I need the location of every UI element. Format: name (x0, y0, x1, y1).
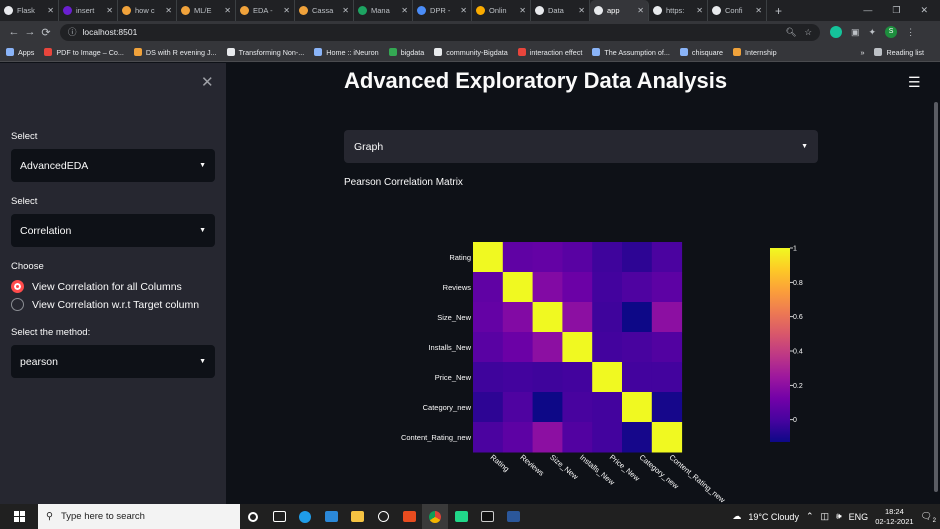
colorbar (770, 248, 790, 442)
weather-icon[interactable]: ☁ (732, 511, 741, 522)
heatmap-cell (532, 272, 563, 303)
tray-chevron-icon[interactable]: ⌃ (806, 511, 814, 522)
heatmap-cell (592, 242, 623, 273)
y-tick-label: Installs_New (428, 343, 471, 352)
heatmap-cell (622, 242, 653, 273)
heatmap-cell (622, 272, 653, 303)
dell-icon[interactable] (370, 504, 396, 529)
heatmap-cell (651, 362, 683, 393)
heatmap-cell (473, 242, 504, 273)
heatmap-cell (562, 422, 593, 453)
edge-icon[interactable] (292, 504, 318, 529)
notification-count: 2 (932, 518, 936, 524)
task-view-icon[interactable] (266, 504, 292, 529)
heatmap-cell (502, 392, 534, 423)
y-tick-label: Price_New (435, 373, 472, 382)
notification-icon[interactable]: 🗨︎ 2 (921, 511, 936, 524)
colorbar-tick-label: 0.2 (793, 383, 803, 390)
y-tick-label: Reviews (443, 283, 472, 292)
heatmap-cell (622, 362, 653, 393)
heatmap-cell (651, 422, 683, 453)
heatmap-cell (651, 272, 683, 303)
heatmap-cell (562, 332, 593, 363)
word-icon[interactable] (500, 504, 526, 529)
heatmap-cell (473, 272, 504, 303)
heatmap-cell (532, 362, 563, 393)
clock-date: 02-12-2021 (875, 516, 914, 526)
colorbar-tick-label: 0.8 (793, 280, 803, 287)
chrome-icon[interactable] (422, 504, 448, 529)
heatmap-cell (651, 242, 683, 273)
language-indicator[interactable]: ENG (849, 512, 869, 522)
heatmap-cell (592, 302, 623, 333)
windows-start-icon[interactable] (0, 511, 38, 522)
heatmap-cell (532, 242, 563, 273)
heatmap-cell (532, 302, 563, 333)
x-tick-label: Size_New (548, 453, 580, 482)
heatmap-cell (592, 272, 623, 303)
heatmap-cell (562, 362, 593, 393)
x-tick-label: Rating (489, 453, 511, 474)
y-tick-label: Size_New (437, 313, 471, 322)
heatmap-cell (502, 242, 534, 273)
y-tick-label: Category_new (423, 403, 472, 412)
heatmap-cell (592, 392, 623, 423)
cortana-icon[interactable] (240, 504, 266, 529)
heatmap-cell (502, 302, 534, 333)
volume-icon[interactable]: 🕪︎ (836, 511, 842, 522)
heatmap-cell (532, 392, 563, 423)
heatmap-cell (502, 272, 534, 303)
weather-text[interactable]: 19°C Cloudy (748, 512, 799, 522)
heatmap-cell (622, 422, 653, 453)
x-tick-label: Content_Rating_new (667, 453, 727, 504)
colorbar-tick-label: 1 (793, 246, 797, 253)
taskbar-search-input[interactable]: ⚲ Type here to search (38, 504, 240, 529)
heatmap-cell (592, 422, 623, 453)
clock-time: 18:24 (884, 506, 904, 516)
heatmap-cell (473, 392, 504, 423)
heatmap-cell (592, 332, 623, 363)
colorbar-tick-label: 0 (793, 417, 797, 424)
heatmap-cell (562, 392, 593, 423)
heatmap-cell (502, 362, 534, 393)
x-tick-label: Reviews (518, 453, 546, 478)
heatmap-cell (562, 272, 593, 303)
heatmap-cell (651, 302, 683, 333)
colorbar-tick-label: 0.6 (793, 314, 803, 321)
heatmap-cell (592, 362, 623, 393)
heatmap-cell (473, 332, 504, 363)
heatmap-cell (651, 392, 683, 423)
windows-taskbar: ⚲ Type here to search ☁ 19°C Cloudy ⌃ ◫ … (0, 504, 940, 529)
heatmap-cell (502, 422, 534, 453)
correlation-heatmap: RatingRatingReviewsReviewsSize_NewSize_N… (401, 242, 803, 504)
colorbar-tick-label: 0.4 (793, 349, 803, 356)
terminal-icon[interactable] (474, 504, 500, 529)
heatmap-cell (562, 242, 593, 273)
office-icon[interactable] (396, 504, 422, 529)
heatmap-cell (473, 362, 504, 393)
y-tick-label: Content_Rating_new (401, 433, 472, 442)
heatmap-cell (502, 332, 534, 363)
heatmap-cell (473, 422, 504, 453)
file-explorer-icon[interactable] (344, 504, 370, 529)
heatmap-cell (622, 302, 653, 333)
heatmap-cell (622, 332, 653, 363)
y-tick-label: Rating (449, 253, 471, 262)
heatmap-cell (651, 332, 683, 363)
heatmap-cell (532, 332, 563, 363)
network-icon[interactable]: ◫ (820, 511, 829, 522)
heatmap-cell (473, 302, 504, 333)
search-icon: ⚲ (46, 511, 53, 522)
heatmap-cell (562, 302, 593, 333)
clock[interactable]: 18:24 02-12-2021 (875, 507, 913, 527)
taskbar-search-placeholder: Type here to search (60, 511, 145, 522)
heatmap-cell (622, 392, 653, 423)
mail-icon[interactable] (318, 504, 344, 529)
heatmap-cell (532, 422, 563, 453)
pycharm-icon[interactable] (448, 504, 474, 529)
